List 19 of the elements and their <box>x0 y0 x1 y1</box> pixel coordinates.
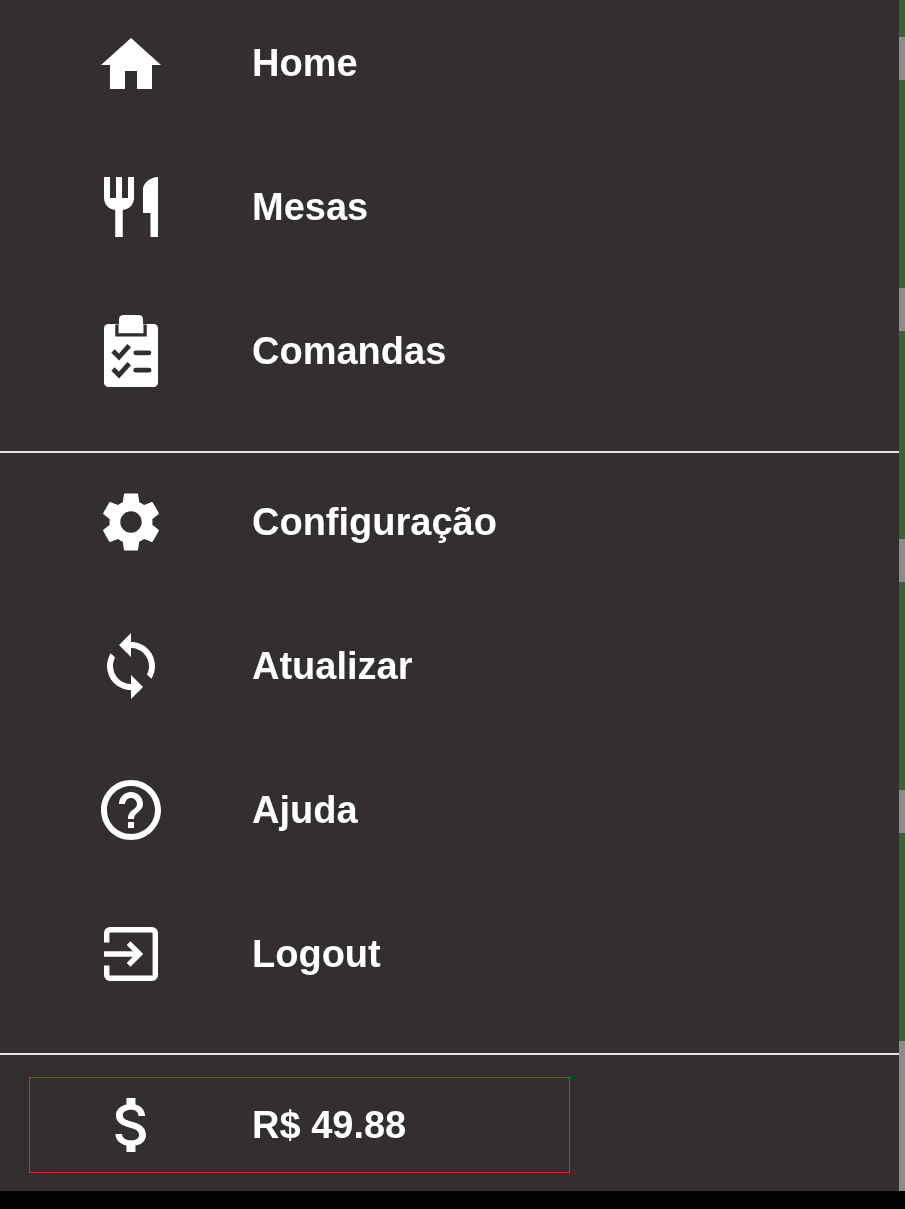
settings-icon <box>103 492 159 552</box>
card-edge <box>899 539 905 582</box>
card-edge <box>899 37 905 80</box>
balance-amount: R$ 49.88 <box>252 1103 407 1147</box>
menu-item[interactable]: Comandas <box>0 288 899 414</box>
menu-item[interactable]: Configuração <box>0 459 899 585</box>
card-edge <box>899 288 905 331</box>
menu-item[interactable]: Ajuda <box>0 747 899 873</box>
home-icon <box>101 37 161 89</box>
menu-item[interactable]: Atualizar <box>0 603 899 729</box>
fork-knife-icon <box>104 177 158 237</box>
menu-item[interactable]: Mesas <box>0 144 899 270</box>
card-edge <box>899 790 905 833</box>
sync-icon <box>107 633 155 699</box>
menu-item[interactable]: Logout <box>0 891 899 1017</box>
help-icon <box>101 780 161 840</box>
clipboard-checklist-icon <box>104 315 158 387</box>
menu-item[interactable]: Home <box>0 0 899 126</box>
dollar-icon <box>114 1098 146 1152</box>
